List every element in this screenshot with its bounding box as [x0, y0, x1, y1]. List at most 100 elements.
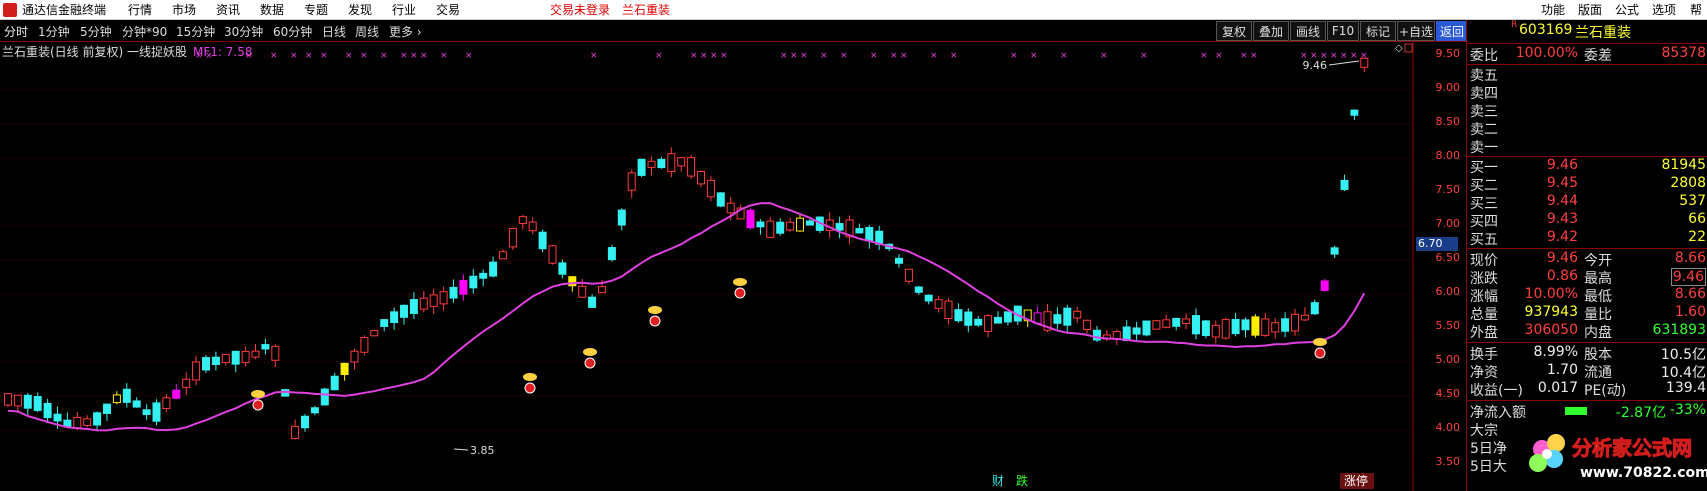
flower-logo-icon: [1529, 434, 1565, 472]
weibi-label: 委比: [1470, 48, 1498, 64]
low-value: 8.66: [1674, 286, 1706, 302]
menu-item-shichang[interactable]: 市场: [172, 1, 196, 18]
current-stock-link[interactable]: 兰石重装: [622, 1, 670, 18]
period-tab-60min[interactable]: 60分钟: [273, 23, 312, 40]
signal-x-mark: ×: [1350, 51, 1358, 61]
netflow-pct: -33%: [1669, 402, 1706, 418]
signal-x-mark: ×: [1010, 51, 1018, 61]
signal-x-mark: ×: [690, 51, 698, 61]
back-button[interactable]: 返回: [1436, 21, 1468, 41]
draw-line-button[interactable]: 画线: [1290, 21, 1326, 41]
trade-login-status[interactable]: 交易未登录: [550, 1, 610, 18]
sell-3-label: 卖三: [1470, 104, 1498, 120]
mark-button[interactable]: 标记: [1360, 21, 1396, 41]
candle: [4, 392, 12, 408]
candle: [1142, 320, 1151, 337]
f10-button[interactable]: F10: [1327, 21, 1359, 41]
block-trade-label: 大宗: [1470, 423, 1498, 439]
y-tick: 5.50: [1435, 319, 1461, 332]
signal-x-mark: ×: [780, 51, 788, 61]
menu-item-trade[interactable]: 交易: [436, 1, 460, 18]
candle: [320, 387, 329, 406]
candle: [508, 227, 517, 251]
candle: [1320, 278, 1329, 292]
fuquan-button[interactable]: 复权: [1216, 21, 1252, 41]
period-tab-weekly[interactable]: 周线: [355, 23, 379, 40]
candle: [1251, 314, 1260, 338]
period-tab-more[interactable]: 更多 ›: [389, 23, 422, 40]
kline-chart[interactable]: × × × × × × × × × × × × × × × × × × × × × × × × × × × × × × × × × × × × × × × ×…: [0, 42, 1414, 491]
signal-x-mark: ×: [870, 51, 878, 61]
chart-info-line: 兰石重装(日线 前复权) 一线捉妖股 MF1: 7.58: [2, 43, 252, 60]
high-price-label: 9.46: [1303, 59, 1328, 72]
menu-right-help[interactable]: 帮: [1690, 1, 1702, 18]
y-tick: 8.00: [1435, 149, 1461, 162]
buy-2-vol: 2808: [1670, 175, 1706, 191]
buy-1-price: 9.46: [1546, 157, 1578, 173]
period-tab-1min[interactable]: 1分钟: [38, 23, 70, 40]
menu-item-discover[interactable]: 发现: [348, 1, 372, 18]
signal-x-mark: ×: [590, 51, 598, 61]
sell-2-label: 卖二: [1470, 122, 1498, 138]
candle: [202, 354, 210, 373]
signal-x-mark: ×: [1250, 51, 1258, 61]
period-tab-daily[interactable]: 日线: [322, 23, 346, 40]
buy-1-vol: 81945: [1661, 157, 1706, 173]
vol-ratio-value: 1.60: [1674, 304, 1706, 320]
high-label: 最高: [1584, 271, 1612, 287]
net-asset-label: 净资: [1470, 365, 1498, 381]
app-title: 通达信金融终端: [22, 3, 107, 17]
menu-item-data[interactable]: 数据: [260, 1, 284, 18]
weicha-value: 85378: [1661, 45, 1706, 61]
menu-right-options[interactable]: 选项: [1652, 1, 1676, 18]
quote-panel: R 603169 兰石重装 委比 100.00% 委差 85378 卖五 卖四 …: [1466, 20, 1707, 491]
inner-label: 内盘: [1584, 325, 1612, 341]
stock-name: 兰石重装: [1575, 25, 1631, 41]
menu-item-news[interactable]: 资讯: [216, 1, 240, 18]
menu-item-topic[interactable]: 专题: [304, 1, 328, 18]
signal-x-mark: ×: [305, 51, 313, 61]
period-tab-custom-min[interactable]: 分钟*90: [122, 23, 167, 40]
eps-label: 收益(一): [1470, 383, 1523, 399]
change-value: 0.86: [1546, 268, 1578, 284]
signal-x-mark: ×: [800, 51, 808, 61]
pe-label: PE(动): [1584, 383, 1627, 399]
signal-x-mark: ×: [720, 51, 728, 61]
buy-2-label: 买二: [1470, 178, 1498, 194]
buy-1-label: 买一: [1470, 160, 1498, 176]
stock-code: 603169: [1519, 22, 1573, 38]
sell-1-label: 卖一: [1470, 140, 1498, 156]
menu-item-market[interactable]: 行情: [128, 1, 152, 18]
turnover-value: 8.99%: [1533, 344, 1578, 360]
menu-bar: 通达信金融终端 行情 市场 资讯 数据 专题 发现 行业 交易 交易未登录 兰石…: [0, 0, 1707, 20]
menu-right-layout[interactable]: 版面: [1578, 1, 1602, 18]
period-tab-5min[interactable]: 5分钟: [80, 23, 112, 40]
outer-value: 306050: [1524, 322, 1578, 338]
signal-x-mark: ×: [290, 51, 298, 61]
netflow-value: -2.87亿: [1615, 405, 1666, 421]
y-tick: 3.50: [1435, 455, 1461, 468]
overlay-button[interactable]: 叠加: [1253, 21, 1289, 41]
menu-right-formula[interactable]: 公式: [1615, 1, 1639, 18]
period-tab-30min[interactable]: 30分钟: [224, 23, 263, 40]
y-tick: 7.00: [1435, 217, 1461, 230]
signal-x-mark: ×: [950, 51, 958, 61]
chart-background: [0, 42, 1414, 491]
share-capital-value: 10.5亿: [1660, 347, 1706, 363]
period-tab-15min[interactable]: 15分钟: [176, 23, 215, 40]
high-value: 9.46: [1670, 268, 1706, 286]
signal-x-mark: ×: [1200, 51, 1208, 61]
menu-item-industry[interactable]: 行业: [392, 1, 416, 18]
low-price-label: 3.85: [470, 444, 495, 457]
diamond-icon[interactable]: ◇: [1395, 43, 1403, 54]
buy-2-price: 9.45: [1546, 175, 1578, 191]
mf-indicator-label: MF1: 7.58: [193, 45, 253, 59]
open-label: 今开: [1584, 253, 1612, 269]
period-tab-timeshare[interactable]: 分时: [4, 23, 28, 40]
add-watchlist-button[interactable]: +自选: [1397, 21, 1435, 41]
signal-x-mark: ×: [1030, 51, 1038, 61]
five-day-big-label: 5日大: [1470, 459, 1507, 475]
candle: [370, 329, 379, 337]
watermark-url: www.70822.com: [1580, 465, 1707, 481]
menu-right-function[interactable]: 功能: [1541, 1, 1565, 18]
